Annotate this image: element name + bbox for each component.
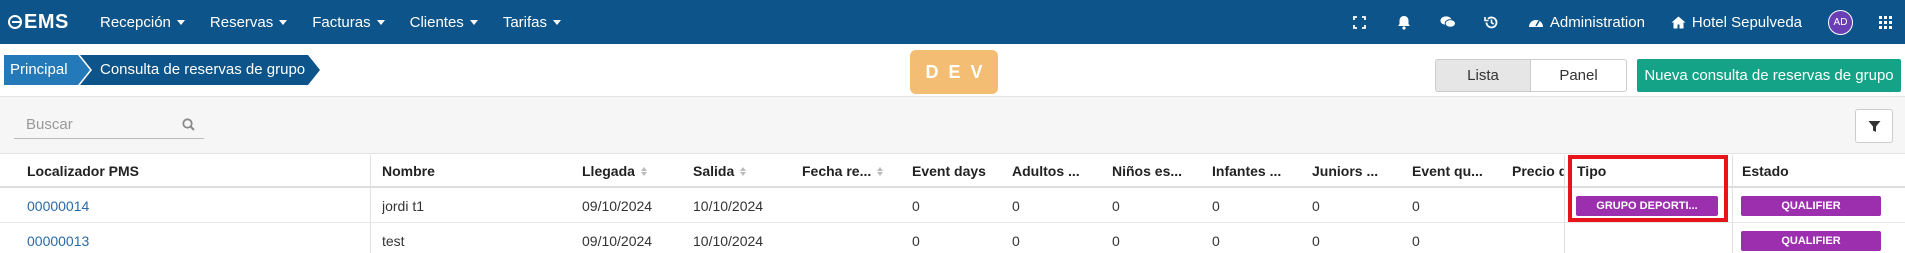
cell-salida: 10/10/2024 (693, 233, 764, 249)
cell-event-days: 0 (912, 233, 920, 249)
app-logo[interactable]: EMS (8, 11, 100, 34)
apps-grid-icon[interactable] (1877, 14, 1893, 30)
sort-icon[interactable] (640, 166, 647, 176)
col-nombre[interactable]: Nombre (382, 155, 562, 188)
sort-icon[interactable] (877, 166, 884, 176)
bell-icon[interactable] (1396, 14, 1412, 30)
avatar[interactable]: AD (1828, 9, 1853, 35)
cell-infantes: 0 (1212, 233, 1220, 249)
menu-recepcion[interactable]: Recepción (100, 14, 185, 31)
menu-tarifas[interactable]: Tarifas (503, 14, 561, 31)
cell-adultos: 0 (1012, 233, 1020, 249)
cell-juniors: 0 (1312, 198, 1320, 214)
cell-event-qu: 0 (1412, 198, 1420, 214)
hotel-link[interactable]: Hotel Sepulveda (1671, 14, 1802, 31)
hotel-label: Hotel Sepulveda (1691, 13, 1802, 31)
status-badge: QUALIFIER (1741, 196, 1881, 216)
administration-label: Administration (1549, 13, 1645, 31)
col-precio[interactable]: Precio d (1512, 155, 1564, 188)
col-estado[interactable]: Estado (1742, 155, 1862, 188)
cell-nombre: jordi t1 (382, 198, 425, 214)
table-row[interactable]: 00000014 jordi t1 09/10/2024 10/10/2024 … (0, 189, 1905, 223)
home-icon (1671, 16, 1686, 28)
chevron-down-icon (553, 19, 561, 25)
new-group-query-button[interactable]: Nueva consulta de reservas de grupo (1637, 59, 1901, 92)
localizador-link[interactable]: 00000013 (27, 224, 89, 253)
col-fecha-reserva[interactable]: Fecha re... (802, 155, 902, 188)
sort-icon[interactable] (740, 166, 747, 176)
chat-icon[interactable] (1440, 14, 1456, 30)
funnel-icon (1868, 120, 1880, 132)
cell-ninos: 0 (1112, 198, 1120, 214)
col-label: Llegada (582, 163, 635, 179)
chevron-down-icon (469, 19, 478, 25)
col-adultos[interactable]: Adultos ... (1012, 155, 1102, 188)
col-event-qu[interactable]: Event qu... (1412, 155, 1502, 188)
menu-label: Tarifas (502, 13, 547, 31)
col-ninos[interactable]: Niños es... (1112, 155, 1202, 188)
col-tipo[interactable]: Tipo (1577, 155, 1697, 188)
logo-icon (8, 15, 22, 29)
top-navbar: EMS Recepción Reservas Facturas Clientes… (0, 0, 1905, 44)
menu-label: Facturas (312, 13, 371, 31)
search-input[interactable] (14, 111, 204, 139)
navbar-tools: Administration Hotel Sepulveda AD (1352, 0, 1905, 44)
search-icon[interactable] (182, 118, 195, 134)
cell-adultos: 0 (1012, 198, 1020, 214)
cell-llegada: 09/10/2024 (582, 198, 653, 214)
menu-label: Reservas (209, 13, 274, 31)
chevron-down-icon (176, 19, 185, 25)
col-salida[interactable]: Salida (693, 155, 793, 188)
status-badge: QUALIFIER (1741, 231, 1881, 251)
cell-infantes: 0 (1212, 198, 1220, 214)
cell-juniors: 0 (1312, 233, 1320, 249)
cell-event-qu: 0 (1412, 233, 1420, 249)
history-icon[interactable] (1484, 14, 1500, 30)
col-llegada[interactable]: Llegada (582, 155, 682, 188)
main-menu: Recepción Reservas Facturas Clientes Tar… (100, 14, 586, 31)
cell-salida: 10/10/2024 (693, 198, 764, 214)
chevron-down-icon (376, 19, 385, 25)
view-list-button[interactable]: Lista (1435, 59, 1531, 92)
menu-label: Recepción (100, 13, 171, 31)
fullscreen-icon[interactable] (1352, 14, 1368, 30)
col-juniors[interactable]: Juniors ... (1312, 155, 1402, 188)
logo-text: EMS (24, 10, 69, 33)
environment-badge: DEV (910, 50, 998, 94)
cell-event-days: 0 (912, 198, 920, 214)
col-event-days[interactable]: Event days (912, 155, 1002, 188)
breadcrumb-current: Consulta de reservas de grupo (80, 55, 320, 85)
menu-label: Clientes (409, 13, 464, 31)
table-header: Localizador PMS Nombre Llegada Salida Fe… (0, 155, 1905, 188)
filter-button[interactable] (1855, 109, 1893, 143)
menu-facturas[interactable]: Facturas (312, 13, 385, 31)
cell-llegada: 09/10/2024 (582, 233, 653, 249)
breadcrumb-root[interactable]: Principal (4, 55, 90, 85)
filter-bar (0, 96, 1905, 154)
col-label: Fecha re... (802, 163, 872, 179)
administration-link[interactable]: Administration (1528, 14, 1645, 31)
col-label: Salida (693, 163, 735, 179)
table-row[interactable]: 00000013 test 09/10/2024 10/10/2024 0 0 … (0, 224, 1905, 253)
col-localizador[interactable]: Localizador PMS (27, 155, 327, 188)
page-header: Principal Consulta de reservas de grupo … (0, 44, 1905, 96)
dashboard-icon (1528, 20, 1543, 27)
col-infantes[interactable]: Infantes ... (1212, 155, 1302, 188)
menu-clientes[interactable]: Clientes (410, 14, 478, 31)
menu-reservas[interactable]: Reservas (209, 13, 288, 31)
cell-ninos: 0 (1112, 233, 1120, 249)
tipo-badge: GRUPO DEPORTI... (1576, 196, 1718, 216)
localizador-link[interactable]: 00000014 (27, 189, 89, 223)
view-panel-button[interactable]: Panel (1530, 59, 1627, 92)
chevron-down-icon (279, 19, 288, 25)
cell-nombre: test (382, 233, 405, 249)
